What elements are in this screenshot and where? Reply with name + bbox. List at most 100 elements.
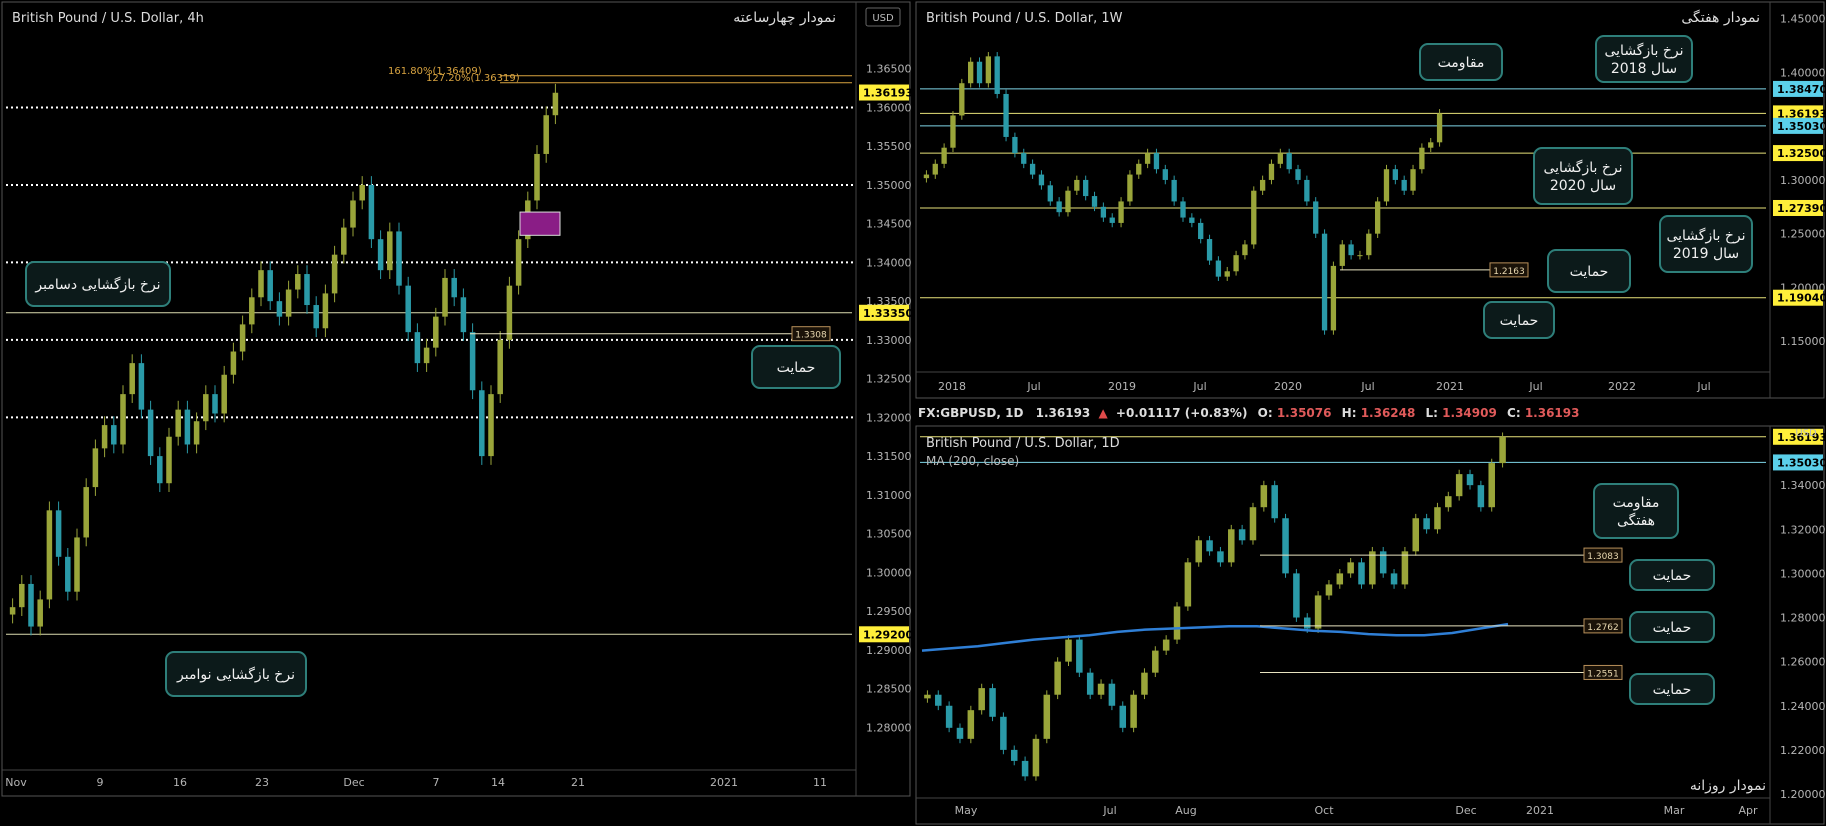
weekly-title: British Pound / U.S. Dollar, 1W [926,11,1123,26]
candle-body [1358,562,1365,585]
y-tick-label: 1.28500 [866,683,912,696]
candle-body [1100,206,1107,218]
candle-body [1136,163,1142,175]
candle-body [28,583,34,627]
currency-badge-h4[interactable]: USD [865,7,901,27]
y-tick-label: 1.15000 [1780,335,1826,348]
weekly-persian-title: نمودار هفتگی [1681,9,1760,26]
candle-body [932,163,938,175]
y-tick-label: 1.35500 [866,140,912,153]
candle-body [166,436,172,484]
candle-body [1021,760,1029,777]
close-value: 1.36193 [1525,406,1580,420]
candle-body [1295,169,1301,180]
svg-text:USD: USD [872,13,894,24]
candle-body [1374,201,1381,234]
candle-body [1217,551,1224,563]
candle-body [1091,196,1098,207]
y-tick-label: 1.31500 [866,450,912,463]
candle-body [1153,153,1160,170]
x-tick-label: 2022 [1608,380,1636,393]
y-tick-label: 1.29500 [866,605,912,618]
y-tick-label: 1.36500 [866,63,912,76]
candle-body [1195,540,1202,563]
currency-badge-d1[interactable]: USD [1795,428,1817,439]
candle-body [129,363,135,395]
candle-body [1348,244,1354,256]
candle-body [1189,217,1195,223]
candle-body [976,61,983,84]
candle-body [1043,694,1051,739]
candle-body [1383,169,1390,202]
candle-body [1215,260,1222,277]
candle-body [1097,683,1105,695]
candle-body [552,92,559,116]
candle-body [101,425,108,449]
price-tag-label: 1.19040 [1777,292,1826,305]
candle-body [1010,749,1018,761]
candle-body [147,409,154,457]
y-tick-label: 1.28000 [866,721,912,734]
candle-body [92,448,99,488]
candle-body [924,694,931,699]
candle-body [1108,683,1116,706]
y-tick-label: 1.35000 [866,179,912,192]
candle-body [322,293,329,329]
candle-body [1313,201,1319,234]
callout-text: حمایت [1653,682,1692,698]
last-price: 1.36193 [1036,406,1091,420]
x-tick-label: 9 [97,776,104,789]
candle-body [1428,142,1434,148]
candle-body [331,254,338,294]
candle-body [396,231,402,286]
callout-november-open: نرخ بازگشایی نوامبر [165,651,307,697]
candle-body [1228,529,1235,563]
callout-support-daily-3: حمایت [1629,673,1715,705]
h4-chart: 1.36500 1.36000 1.35500 1.35000 1.34500 1.340… [5,63,913,789]
x-tick-label: 2018 [938,380,966,393]
candle-body [37,599,43,627]
callout-text: نرخ بازگشایی [1604,42,1683,59]
candle-body [350,200,356,228]
candle-body [469,332,476,391]
y-tick-label: 1.32000 [1780,523,1826,536]
candle-body [1144,153,1151,164]
x-tick-label: Jul [1192,380,1206,393]
callout-box [1533,147,1633,205]
y-tick-label: 1.34000 [1780,479,1826,492]
callout-text: نرخ بازگشایی [1543,159,1622,176]
x-tick-label: 23 [255,776,269,789]
candle-body [212,394,218,414]
candle-body [1065,639,1072,662]
x-tick-label: Jul [1360,380,1374,393]
callout-2020-open: نرخ بازگشایی سال 2020 [1533,147,1633,205]
candle-body [1401,179,1407,191]
support-value-label: 1.2163 [1493,267,1525,277]
callout-box [1659,215,1753,273]
candle-body [1259,179,1266,191]
y-tick-label: 1.34500 [866,218,912,231]
x-tick-label: 2019 [1108,380,1136,393]
price-tag-label: 1.38470 [1777,83,1826,96]
callout-text: سال 2020 [1550,178,1616,194]
candle-body [989,688,996,717]
candle-body [46,510,53,600]
callout-text: مقاومت [1438,55,1485,71]
callout-december-open: نرخ بازگشایی دسامبر [25,261,171,307]
candle-body [1171,179,1177,202]
y-tick-label: 1.32500 [866,373,912,386]
x-tick-label: Apr [1738,804,1758,817]
h4-persian-title: نمودار چهارساعته [733,10,836,26]
callout-text: نرخ بازگشایی دسامبر [34,276,160,293]
support-value-label: 1.3308 [795,331,827,341]
candle-body [1233,255,1239,272]
candle-body [1056,201,1062,213]
candle-body [111,425,117,445]
y-tick-label: 1.45000 [1780,13,1826,26]
callout-2018-open: نرخ بازگشایی سال 2018 [1595,35,1693,83]
candle-body [1152,650,1159,673]
price-tag-label: 1.27390 [1777,202,1826,215]
price-tag-label: 1.35030 [1777,120,1826,133]
candle-body [1141,672,1148,695]
candle-body [1336,573,1344,585]
